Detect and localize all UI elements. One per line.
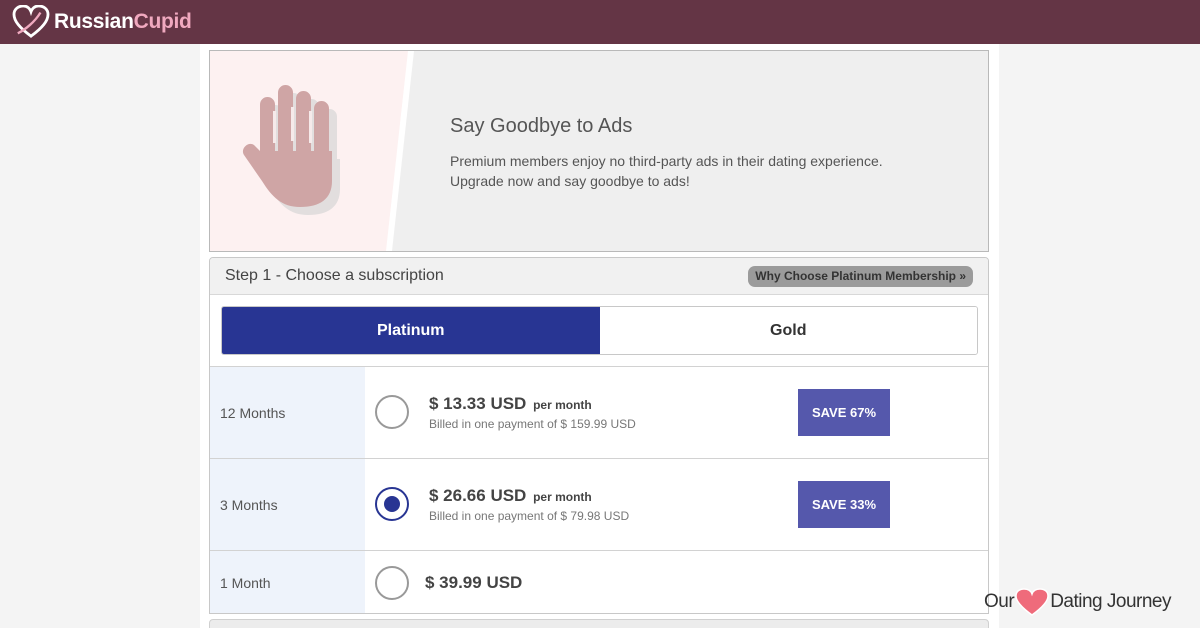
save-badge: SAVE 67% xyxy=(798,389,890,436)
plan-price: $ 13.33 USD per month xyxy=(429,394,592,413)
banner-description: Premium members enjoy no third-party ads… xyxy=(450,153,883,189)
tab-gold[interactable]: Gold xyxy=(599,307,977,354)
why-platinum-button[interactable]: Why Choose Platinum Membership » xyxy=(748,266,973,287)
subscription-step: Step 1 - Choose a subscription Why Choos… xyxy=(209,257,989,614)
top-bar: RussianCupid xyxy=(0,0,1200,44)
plan-radio-1-month[interactable] xyxy=(375,566,409,600)
plan-row-3-months[interactable]: 3 Months $ 26.66 USD per month Billed in… xyxy=(210,458,988,550)
plan-billed-note: Billed in one payment of $ 159.99 USD xyxy=(429,417,636,431)
plan-billed-note: Billed in one payment of $ 79.98 USD xyxy=(429,509,630,523)
plan-price: $ 26.66 USD per month xyxy=(429,486,592,505)
heart-logo-icon xyxy=(12,5,50,38)
plan-duration: 3 Months xyxy=(210,459,365,550)
plan-row-12-months[interactable]: 12 Months $ 13.33 USD per month Billed i… xyxy=(210,366,988,458)
plan-row-1-month[interactable]: 1 Month $ 39.99 USD xyxy=(210,550,988,613)
step-title: Step 1 - Choose a subscription xyxy=(225,267,444,284)
next-step-panel xyxy=(209,619,989,628)
plan-duration: 12 Months xyxy=(210,367,365,458)
no-ads-banner: Say Goodbye to Ads Premium members enjoy… xyxy=(209,50,989,252)
save-badge: SAVE 33% xyxy=(798,481,890,528)
plan-price: $ 39.99 USD xyxy=(425,573,523,592)
plan-radio-12-months[interactable] xyxy=(375,395,409,429)
banner-title: Say Goodbye to Ads xyxy=(450,115,633,137)
hand-stop-icon xyxy=(242,85,340,215)
plan-radio-3-months[interactable] xyxy=(375,487,409,521)
logo[interactable]: RussianCupid xyxy=(12,4,192,40)
brand-name: RussianCupid xyxy=(54,10,192,33)
watermark: Our Dating Journey xyxy=(984,588,1171,616)
heart-icon xyxy=(1015,588,1049,616)
membership-tabs: Platinum Gold xyxy=(221,306,978,355)
plan-duration: 1 Month xyxy=(210,551,365,613)
step-header: Step 1 - Choose a subscription Why Choos… xyxy=(210,258,988,295)
tab-platinum[interactable]: Platinum xyxy=(222,307,600,354)
